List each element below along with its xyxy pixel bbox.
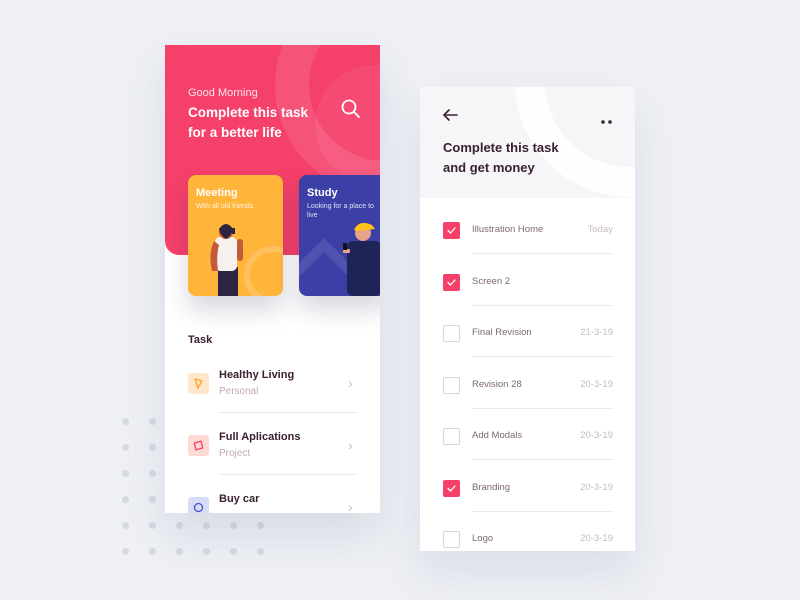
checkbox-checked[interactable] <box>443 273 460 291</box>
checklist-item[interactable]: Branding 20-3-19 <box>443 479 613 530</box>
checklist-item-label: Final Revision <box>472 327 532 338</box>
checkbox[interactable] <box>443 531 460 548</box>
task-name: Healthy Living <box>219 369 295 381</box>
checklist-item-label: Logo <box>472 533 494 544</box>
task-detail-screen: Complete this task and get money Illustr… <box>420 87 635 551</box>
task-name: Buy car <box>219 493 260 505</box>
divider <box>219 474 357 475</box>
divider <box>472 510 613 512</box>
divider <box>219 412 357 413</box>
card-title: Meeting <box>196 187 238 199</box>
title-line-1: Complete this task <box>443 140 559 155</box>
greeting-text: Good Morning <box>188 87 258 99</box>
headline-line-2: for a better life <box>188 125 282 140</box>
more-icon <box>601 120 612 124</box>
home-screen: Good Morning Complete this task for a be… <box>165 45 380 513</box>
task-name: Full Aplications <box>219 431 301 443</box>
search-icon <box>341 99 360 118</box>
divider <box>472 253 613 254</box>
card-study[interactable]: Study Looking for a place to live <box>299 175 380 296</box>
divider <box>472 304 613 306</box>
checklist-item-label: Add Modals <box>472 430 523 441</box>
checklist-item-date: 20-3-19 <box>580 430 613 441</box>
checkbox[interactable] <box>443 376 460 394</box>
checklist-item-date: 20-3-19 <box>580 533 613 544</box>
task-category: Project <box>219 448 251 459</box>
section-title-task: Task <box>188 334 213 346</box>
card-subtitle: With all old friends <box>196 203 254 210</box>
square-icon <box>188 435 209 456</box>
circle-icon <box>188 497 209 513</box>
title-line-2: and get money <box>443 160 535 175</box>
chevron-right-icon: › <box>348 499 353 513</box>
headline-line-1: Complete this task <box>188 105 309 120</box>
checkbox-checked[interactable] <box>443 479 460 497</box>
search-button[interactable] <box>340 98 362 120</box>
checklist-item-date: Today <box>587 224 613 235</box>
page-title: Complete this task and get money <box>443 138 583 178</box>
checklist-item[interactable]: Revision 28 20-3-19 <box>443 376 613 427</box>
checklist-item-label: Illustration Home <box>472 224 544 235</box>
checkbox[interactable] <box>443 325 460 342</box>
chevron-right-icon: › <box>348 437 353 453</box>
checklist-item[interactable]: Illustration Home Today <box>443 222 613 272</box>
chevron-right-icon: › <box>348 375 353 391</box>
task-item-healthy-living[interactable]: Healthy Living Personal › <box>188 369 358 431</box>
task-item-full-aplications[interactable]: Full Aplications Project › <box>188 431 358 493</box>
checklist-item-label: Screen 2 <box>472 275 511 287</box>
more-button[interactable] <box>600 112 614 124</box>
checklist-item[interactable]: Screen 2 <box>443 273 613 324</box>
checklist-item-label: Revision 28 <box>472 378 522 390</box>
checklist-item-date: 20-3-19 <box>580 378 613 390</box>
divider <box>472 459 613 460</box>
checklist-item-date: 21-3-19 <box>580 327 613 338</box>
check-icon <box>447 227 456 234</box>
task-category: Personal <box>219 386 259 397</box>
checklist-item[interactable]: Final Revision 21-3-19 <box>443 325 613 375</box>
checklist-item[interactable]: Logo 20-3-19 <box>443 531 613 551</box>
checklist-item-label: Branding <box>472 481 511 493</box>
check-icon <box>447 484 456 492</box>
checkbox[interactable] <box>443 428 460 445</box>
checklist-item-date: 20-3-19 <box>580 481 613 493</box>
check-icon <box>447 278 456 286</box>
card-meeting[interactable]: Meeting With all old friends <box>188 175 283 296</box>
divider <box>472 356 613 357</box>
back-button[interactable] <box>442 107 460 123</box>
leaf-icon <box>188 373 209 394</box>
divider <box>472 407 613 409</box>
checkbox-checked[interactable] <box>443 222 460 239</box>
card-subtitle: Looking for a place to live <box>307 203 374 219</box>
detail-header: Complete this task and get money <box>420 87 635 198</box>
card-title: Study <box>307 187 338 199</box>
page-title: Complete this task for a better life <box>188 103 328 143</box>
checklist-item[interactable]: Add Modals 20-3-19 <box>443 428 613 478</box>
task-item-buy-car[interactable]: Buy car › <box>188 493 358 513</box>
arrow-left-icon <box>443 109 458 121</box>
